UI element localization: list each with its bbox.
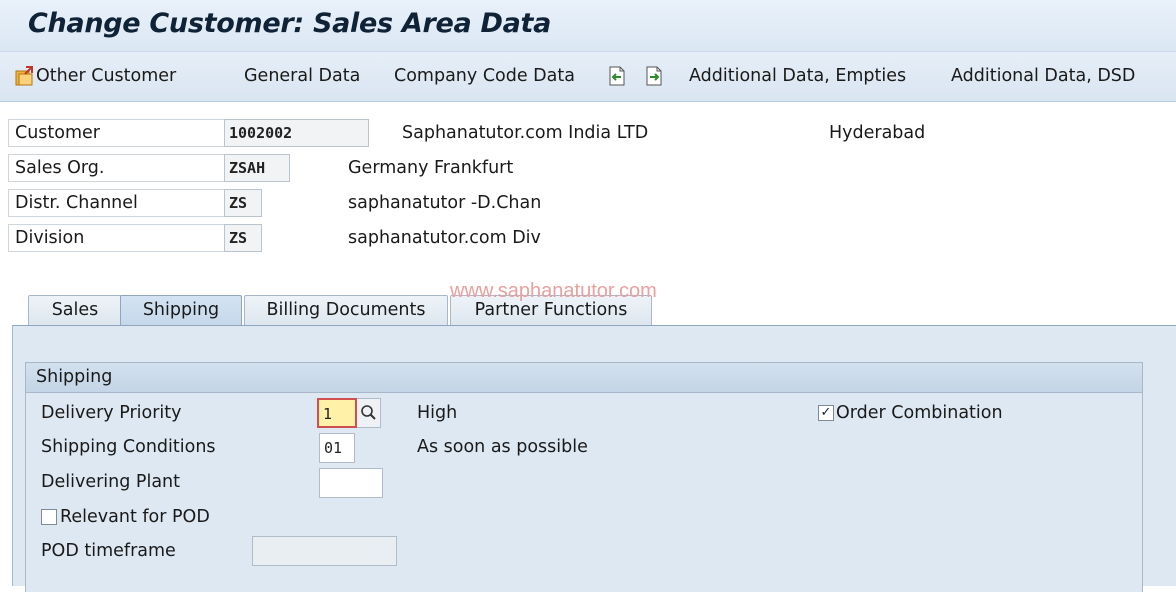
company-code-data-button[interactable]: Company Code Data <box>394 66 575 86</box>
distr-channel-field: ZS <box>224 189 262 217</box>
watermark-text: www.saphanatutor.com <box>450 280 657 302</box>
tab-shipping-label: Shipping <box>142 300 220 320</box>
shipping-tab-panel: Shipping Delivery Priority 1 High ✓ Orde… <box>12 325 1176 592</box>
tab-shipping[interactable]: Shipping <box>120 295 242 325</box>
value-help-button[interactable] <box>357 398 381 428</box>
delivery-priority-text: High <box>417 403 458 423</box>
pod-timeframe-label: POD timeframe <box>41 541 176 561</box>
relevant-for-pod-checkbox[interactable] <box>41 509 57 525</box>
distr-channel-label: Distr. Channel <box>8 189 224 217</box>
division-label: Division <box>8 224 224 252</box>
division-field: ZS <box>224 224 262 252</box>
additional-data-dsd-button[interactable]: Additional Data, DSD <box>951 66 1135 86</box>
tab-sales[interactable]: Sales <box>28 295 122 325</box>
order-combination-label: Order Combination <box>836 403 1003 423</box>
tab-billing-documents-label: Billing Documents <box>266 300 426 320</box>
relevant-for-pod-label: Relevant for POD <box>60 507 210 527</box>
tab-partner-functions-label: Partner Functions <box>474 300 628 320</box>
distr-channel-text: saphanatutor -D.Chan <box>348 193 542 213</box>
tab-sales-label: Sales <box>51 300 99 320</box>
shipping-conditions-label: Shipping Conditions <box>41 437 216 457</box>
shipping-conditions-text: As soon as possible <box>417 437 588 457</box>
shipping-group: Shipping Delivery Priority 1 High ✓ Orde… <box>25 362 1143 592</box>
pod-timeframe-field <box>252 536 397 566</box>
previous-page-icon[interactable] <box>606 65 628 91</box>
other-customer-icon[interactable] <box>14 65 36 91</box>
other-customer-button[interactable]: Other Customer <box>36 66 176 86</box>
page-title: Change Customer: Sales Area Data <box>28 8 552 39</box>
checkmark-icon: ✓ <box>820 405 832 420</box>
shipping-conditions-field[interactable]: 01 <box>319 433 355 463</box>
customer-name: Saphanatutor.com India LTD <box>402 123 649 143</box>
sales-org-field: ZSAH <box>224 154 290 182</box>
delivery-priority-field[interactable]: 1 <box>317 398 357 428</box>
application-toolbar: Other Customer General Data Company Code… <box>0 52 1176 102</box>
shipping-group-title: Shipping <box>26 363 1142 393</box>
delivering-plant-field[interactable] <box>319 468 383 498</box>
header-area: Customer 1002002 Saphanatutor.com India … <box>0 103 1176 283</box>
additional-data-empties-button[interactable]: Additional Data, Empties <box>689 66 906 86</box>
next-page-icon[interactable] <box>643 65 665 91</box>
search-icon <box>361 405 376 420</box>
delivering-plant-label: Delivering Plant <box>41 472 181 492</box>
general-data-button[interactable]: General Data <box>244 66 360 86</box>
title-bar: Change Customer: Sales Area Data <box>0 0 1176 52</box>
customer-field: 1002002 <box>224 119 369 147</box>
customer-label: Customer <box>8 119 224 147</box>
order-combination-checkbox[interactable]: ✓ <box>818 405 834 421</box>
delivery-priority-label: Delivery Priority <box>41 403 182 423</box>
division-text: saphanatutor.com Div <box>348 228 541 248</box>
customer-city: Hyderabad <box>829 123 926 143</box>
sales-org-text: Germany Frankfurt <box>348 158 514 178</box>
tab-billing-documents[interactable]: Billing Documents <box>244 295 448 325</box>
sales-org-label: Sales Org. <box>8 154 224 182</box>
